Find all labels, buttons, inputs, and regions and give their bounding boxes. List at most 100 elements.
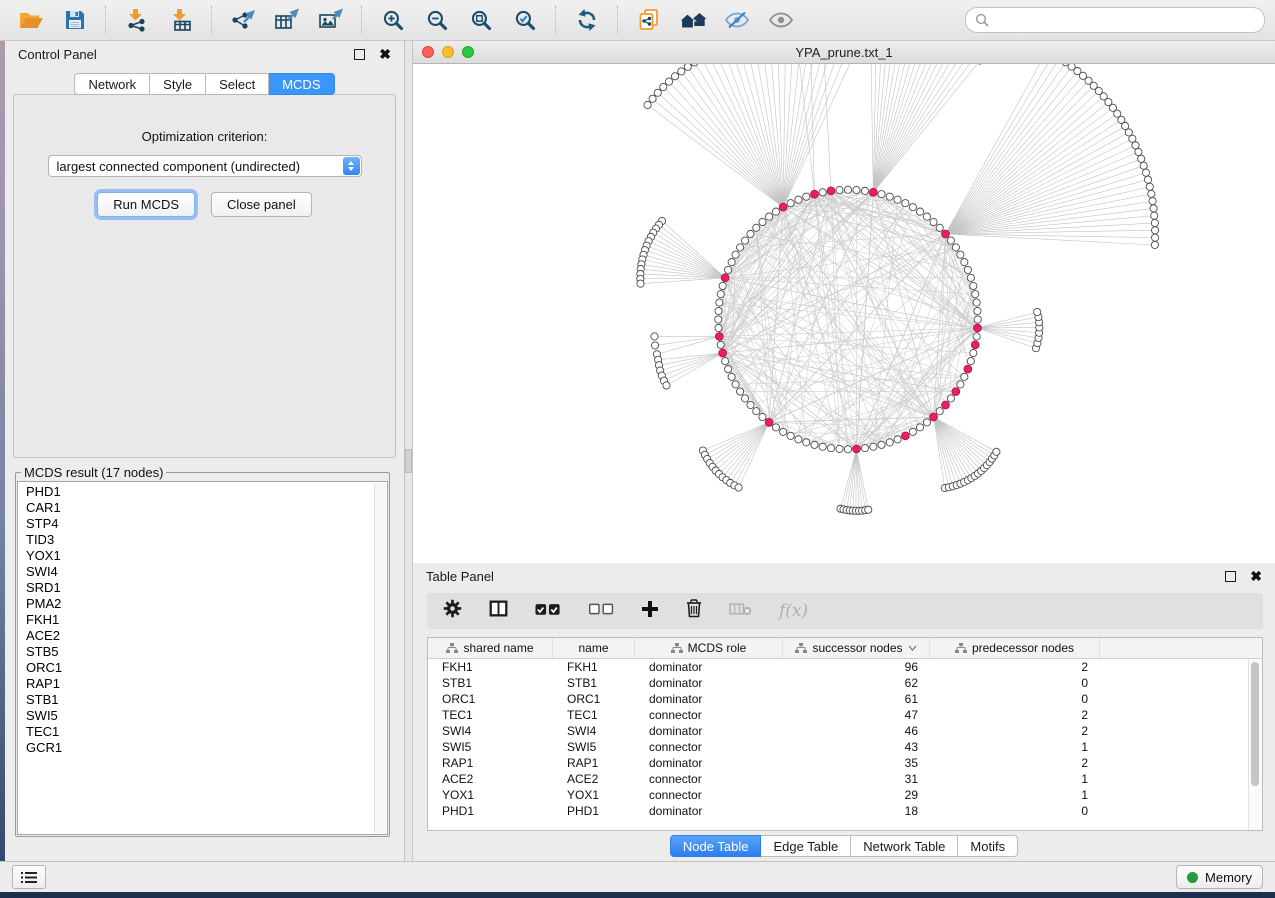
mcds-list-scrollbar[interactable] <box>374 483 386 833</box>
graph-node[interactable] <box>772 208 779 215</box>
graph-node[interactable] <box>725 266 732 273</box>
table-cell[interactable]: FKH1 <box>428 660 553 674</box>
tab-network-table[interactable]: Network Table <box>851 835 958 857</box>
graph-node[interactable] <box>753 224 760 231</box>
mcds-result-item[interactable]: SWI5 <box>26 708 387 724</box>
graph-node[interactable] <box>970 349 977 356</box>
graph-node[interactable] <box>795 436 802 443</box>
graph-leaf-node[interactable] <box>649 95 656 102</box>
table-cell[interactable]: ACE2 <box>428 772 553 786</box>
first-neighbors-button[interactable] <box>672 4 714 36</box>
graph-hub-node[interactable] <box>869 188 877 196</box>
select-all-button[interactable] <box>535 601 562 622</box>
graph-hub-node[interactable] <box>974 324 982 332</box>
open-file-button[interactable] <box>10 4 52 36</box>
graph-leaf-node[interactable] <box>1151 227 1158 234</box>
deselect-all-button[interactable] <box>589 602 614 621</box>
graph-node[interactable] <box>916 208 923 215</box>
table-scrollbar-thumb[interactable] <box>1251 662 1259 786</box>
graph-node[interactable] <box>947 237 954 244</box>
graph-node[interactable] <box>964 266 971 273</box>
show-columns-button[interactable] <box>489 599 508 623</box>
graph-leaf-node[interactable] <box>993 448 1000 455</box>
mcds-result-item[interactable]: YOX1 <box>26 548 387 564</box>
table-cell[interactable]: 46 <box>783 724 930 738</box>
delete-row-button[interactable] <box>686 599 702 623</box>
tab-motifs[interactable]: Motifs <box>958 835 1018 857</box>
table-cell[interactable]: SWI4 <box>428 724 553 738</box>
table-row[interactable]: FKH1FKH1dominator962 <box>428 659 1262 675</box>
table-cell[interactable]: ACE2 <box>553 772 635 786</box>
table-cell[interactable]: PHD1 <box>553 804 635 818</box>
table-cell[interactable]: FKH1 <box>553 660 635 674</box>
graph-node[interactable] <box>894 196 901 203</box>
graph-node[interactable] <box>844 186 851 193</box>
table-cell[interactable]: 31 <box>783 772 930 786</box>
mcds-result-item[interactable]: TID3 <box>26 532 387 548</box>
graph-hub-node[interactable] <box>942 401 950 409</box>
graph-node[interactable] <box>803 439 810 446</box>
maximize-window-icon[interactable] <box>462 46 474 58</box>
delete-column-button[interactable] <box>729 602 752 621</box>
graph-node[interactable] <box>878 441 885 448</box>
graph-leaf-node[interactable] <box>1138 155 1145 162</box>
graph-node[interactable] <box>728 373 735 380</box>
apply-function-button[interactable]: f(x) <box>779 601 808 621</box>
minimize-window-icon[interactable] <box>442 46 454 58</box>
graph-node[interactable] <box>974 307 981 314</box>
graph-node[interactable] <box>844 446 851 453</box>
graph-node[interactable] <box>973 299 980 306</box>
close-panel-icon[interactable]: ✖ <box>379 47 391 61</box>
graph-hub-node[interactable] <box>901 432 909 440</box>
graph-node[interactable] <box>780 428 787 435</box>
run-mcds-button[interactable]: Run MCDS <box>97 192 195 217</box>
tab-node-table[interactable]: Node Table <box>670 835 762 857</box>
graph-hub-node[interactable] <box>930 413 938 421</box>
column-header-shared-name[interactable]: shared name <box>428 638 553 658</box>
close-panel-button[interactable]: Close panel <box>211 192 312 217</box>
table-cell[interactable]: 0 <box>930 692 1100 706</box>
column-header-successor-nodes[interactable]: successor nodes <box>783 638 930 658</box>
graph-node[interactable] <box>936 224 943 231</box>
tab-network[interactable]: Network <box>74 73 150 95</box>
table-cell[interactable]: dominator <box>635 660 783 674</box>
graph-node[interactable] <box>772 424 779 431</box>
mcds-result-item[interactable]: SWI4 <box>26 564 387 580</box>
table-cell[interactable]: 47 <box>783 708 930 722</box>
mcds-result-item[interactable]: STP4 <box>26 516 387 532</box>
close-window-icon[interactable] <box>422 46 434 58</box>
graph-node[interactable] <box>886 193 893 200</box>
column-header-name[interactable]: name <box>553 638 635 658</box>
graph-node[interactable] <box>886 439 893 446</box>
table-cell[interactable]: connector <box>635 772 783 786</box>
save-session-button[interactable] <box>54 4 96 36</box>
graph-node[interactable] <box>973 333 980 340</box>
graph-leaf-node[interactable] <box>644 101 651 108</box>
graph-node[interactable] <box>753 408 760 415</box>
graph-node[interactable] <box>909 204 916 211</box>
graph-node[interactable] <box>836 445 843 452</box>
graph-node[interactable] <box>742 237 749 244</box>
table-cell[interactable]: STB1 <box>428 676 553 690</box>
mcds-result-list[interactable]: PHD1CAR1STP4TID3YOX1SWI4SRD1PMA2FKH1ACE2… <box>17 481 388 835</box>
table-cell[interactable]: TEC1 <box>428 708 553 722</box>
table-cell[interactable]: SWI4 <box>553 724 635 738</box>
table-row[interactable]: SWI5SWI5connector431 <box>428 739 1262 755</box>
table-row[interactable]: TEC1TEC1connector472 <box>428 707 1262 723</box>
table-cell[interactable]: 43 <box>783 740 930 754</box>
graph-node[interactable] <box>947 395 954 402</box>
table-cell[interactable]: YOX1 <box>428 788 553 802</box>
graph-node[interactable] <box>972 291 979 298</box>
mcds-result-item[interactable]: ACE2 <box>26 628 387 644</box>
mcds-result-item[interactable]: ORC1 <box>26 660 387 676</box>
graph-node[interactable] <box>737 388 744 395</box>
table-cell[interactable]: SWI5 <box>553 740 635 754</box>
close-table-panel-icon[interactable]: ✖ <box>1250 569 1262 583</box>
graph-node[interactable] <box>870 443 877 450</box>
graph-node[interactable] <box>759 218 766 225</box>
graph-node[interactable] <box>803 193 810 200</box>
table-cell[interactable]: YOX1 <box>553 788 635 802</box>
graph-node[interactable] <box>765 213 772 220</box>
refresh-view-button[interactable] <box>566 4 608 36</box>
graph-hub-node[interactable] <box>942 230 950 238</box>
